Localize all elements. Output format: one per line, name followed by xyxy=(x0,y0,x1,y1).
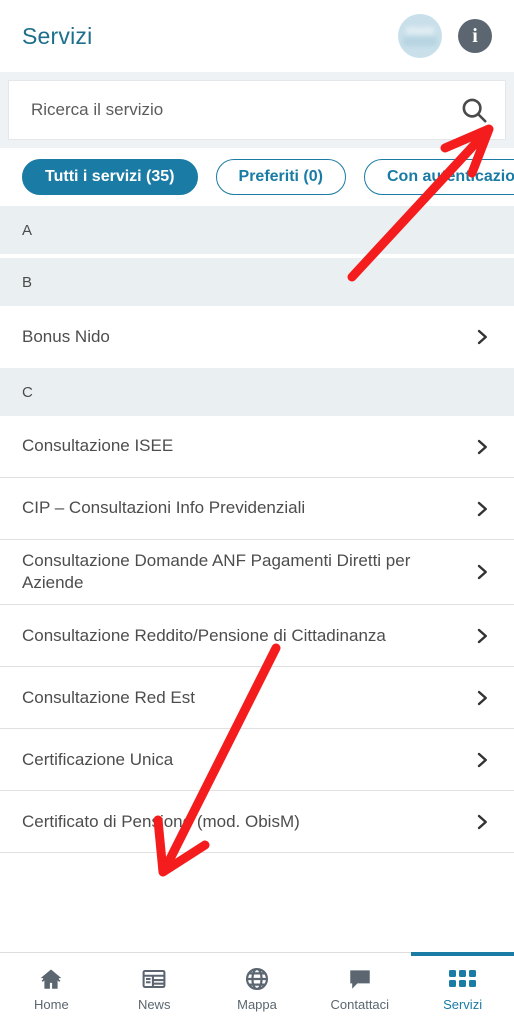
nav-item-news-label: News xyxy=(137,996,171,1012)
nav-item-mappa-label: Mappa xyxy=(237,996,277,1012)
filter-chip-favourites-label: Preferiti (0) xyxy=(238,168,323,185)
nav-item-contattaci-label: Contattaci xyxy=(330,996,390,1012)
avatar[interactable] xyxy=(398,14,442,58)
chevron-right-icon xyxy=(472,689,492,707)
list-item-label: Bonus Nido xyxy=(22,326,110,346)
list-item-label: Consultazione Reddito/Pensione di Cittad… xyxy=(22,625,386,645)
filter-chip-favourites[interactable]: Preferiti (0) xyxy=(215,159,346,195)
list-item-label: Certificazione Unica xyxy=(22,749,174,769)
nav-item-home-label: Home xyxy=(34,996,69,1012)
list-item[interactable]: Certificato di Pensione (mod. ObisM) xyxy=(0,791,514,854)
avatar-blur-upper xyxy=(406,27,434,35)
filter-chip-all-label: Tutti i servizi (35) xyxy=(45,168,175,185)
chevron-right-icon xyxy=(472,438,492,456)
filter-chip-all[interactable]: Tutti i servizi (35) xyxy=(22,159,198,195)
chevron-right-icon xyxy=(472,328,492,346)
list-item[interactable]: Consultazione Domande ANF Pagamenti Dire… xyxy=(0,540,514,606)
header-actions: i xyxy=(398,14,492,58)
app-header: Servizi i xyxy=(0,0,514,72)
list-item[interactable]: Bonus Nido xyxy=(0,306,514,368)
filter-chip-authenticated-label: Con autenticazione xyxy=(386,168,514,185)
chevron-right-icon xyxy=(472,627,492,645)
list-item[interactable]: Certificazione Unica xyxy=(0,729,514,792)
services-list[interactable]: A B Bonus Nido C Consultazione ISEE CIP … xyxy=(0,206,514,952)
search-icon[interactable] xyxy=(457,95,491,125)
nav-item-news[interactable]: News xyxy=(103,953,206,1024)
avatar-blur-lower xyxy=(403,37,437,46)
info-glyph: i xyxy=(472,24,478,47)
chevron-right-icon xyxy=(472,500,492,518)
list-item-label: Consultazione ISEE xyxy=(22,436,174,456)
nav-item-contattaci[interactable]: Contattaci xyxy=(308,953,411,1024)
list-item[interactable]: CIP – Consultazioni Info Previdenziali xyxy=(0,478,514,540)
bottom-navigation: Home News Mappa Contattaci Servizi xyxy=(0,952,514,1024)
section-header-a: A xyxy=(0,206,514,254)
filter-chips: Tutti i servizi (35) Preferiti (0) Con a… xyxy=(0,148,514,206)
chevron-right-icon xyxy=(472,751,492,769)
chevron-right-icon xyxy=(472,813,492,831)
chevron-right-icon xyxy=(472,563,492,581)
list-item[interactable]: Consultazione Red Est xyxy=(0,667,514,730)
services-screen: Servizi i Tutti i servizi (35) xyxy=(0,0,514,1024)
nav-item-mappa[interactable]: Mappa xyxy=(206,953,309,1024)
list-item-label: CIP – Consultazioni Info Previdenziali xyxy=(22,498,306,518)
filter-chip-authenticated[interactable]: Con autenticazione xyxy=(363,159,514,195)
section-header-b: B xyxy=(0,258,514,306)
list-item-label: Consultazione Red Est xyxy=(22,687,195,707)
list-item-label: Consultazione Domande ANF Pagamenti Dire… xyxy=(22,551,411,593)
nav-item-servizi[interactable]: Servizi xyxy=(411,952,514,1024)
nav-item-home[interactable]: Home xyxy=(0,953,103,1024)
list-item[interactable]: Consultazione ISEE xyxy=(0,416,514,478)
search-input[interactable] xyxy=(31,100,457,120)
news-icon xyxy=(141,966,167,992)
chat-bubble-icon xyxy=(347,966,373,992)
search-strip xyxy=(0,72,514,148)
home-icon xyxy=(38,966,64,992)
grid-icon xyxy=(449,966,477,992)
page-title: Servizi xyxy=(22,22,93,49)
globe-icon xyxy=(244,966,270,992)
section-letter: C xyxy=(22,383,33,401)
list-item-label: Certificato di Pensione (mod. ObisM) xyxy=(22,811,300,831)
list-item[interactable]: Consultazione Reddito/Pensione di Cittad… xyxy=(0,605,514,668)
section-letter: A xyxy=(22,221,33,239)
info-icon[interactable]: i xyxy=(458,19,492,53)
section-letter: B xyxy=(22,273,33,291)
section-header-c: C xyxy=(0,368,514,416)
nav-item-servizi-label: Servizi xyxy=(443,996,483,1012)
search-box[interactable] xyxy=(8,80,506,140)
